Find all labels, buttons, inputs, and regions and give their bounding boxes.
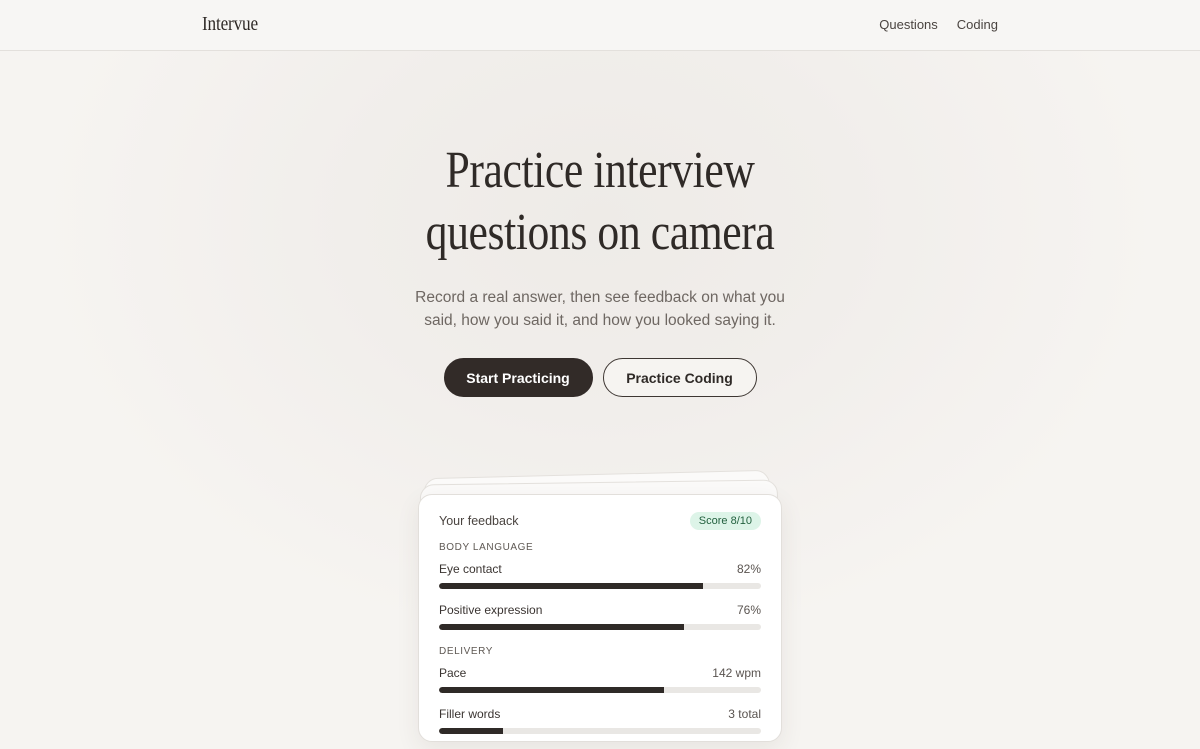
metric-name: Pace [439,666,467,680]
progress-bar-fill [439,624,684,630]
section-label-body-language: BODY LANGUAGE [439,542,534,553]
metric-eye-contact: Eye contact 82% [439,562,761,589]
nav-link-questions[interactable]: Questions [879,17,938,32]
feedback-card-header: Your feedback Score 8/10 [439,512,761,530]
metric-name: Filler words [439,707,501,721]
start-practicing-button[interactable]: Start Practicing [443,358,593,397]
progress-bar-fill [439,583,704,589]
progress-bar [439,728,761,734]
section-label-delivery: DELIVERY [439,646,494,657]
hero-section: Practice interview questions on camera R… [0,140,1200,397]
hero-title-line-1: Practice interview [445,142,755,199]
hero-actions: Start Practicing Practice Coding [0,358,1200,397]
hero-title-line-2: questions on camera [425,204,775,261]
metric-value: 76% [736,603,761,617]
hero-subtitle: Record a real answer, then see feedback … [415,289,785,329]
metric-pace: Pace 142 wpm [439,666,761,693]
metric-value: 3 total [728,707,761,721]
metric-name: Positive expression [439,603,543,617]
progress-bar-fill [439,687,665,693]
score-badge: Score 8/10 [689,512,761,530]
metric-positive-expression: Positive expression 76% [439,603,761,630]
top-navbar: Intervue Questions Coding [0,0,1200,51]
metric-value: 142 wpm [712,666,761,680]
progress-bar [439,624,761,630]
practice-coding-button[interactable]: Practice Coding [602,358,757,397]
metric-filler-words: Filler words 3 total [439,707,761,734]
main-nav: Questions Coding [879,17,998,32]
progress-bar [439,583,761,589]
hero-title: Practice interview questions on camera [96,140,1104,264]
brand-logo[interactable]: Intervue [202,13,258,36]
feedback-card-title: Your feedback [439,514,519,528]
feedback-card-stack: Your feedback Score 8/10 BODY LANGUAGE E… [418,469,782,749]
progress-bar [439,687,761,693]
metric-name: Eye contact [439,562,502,576]
progress-bar-fill [439,728,504,734]
nav-link-coding[interactable]: Coding [957,17,998,32]
metric-value: 82% [736,562,761,576]
feedback-card: Your feedback Score 8/10 BODY LANGUAGE E… [418,494,782,742]
